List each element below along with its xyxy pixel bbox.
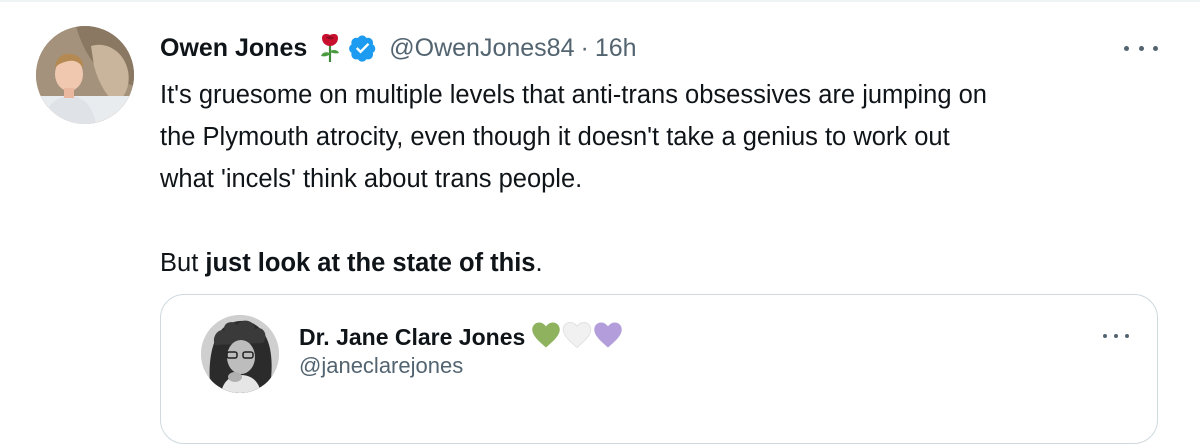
tweet-text-prefix: But (160, 249, 206, 277)
quoted-more-options-icon[interactable] (1103, 329, 1129, 343)
author-handle[interactable]: @OwenJones84 (389, 34, 574, 63)
tweet-text-line: But just look at the state of this. (160, 242, 1160, 284)
tweet-text-line: the Plymouth atrocity, even though it do… (160, 123, 950, 151)
quoted-author-name[interactable]: Dr. Jane Clare Jones (299, 324, 525, 351)
hearts-emoji-group (531, 321, 623, 354)
tweet-text-bold: just look at the state of this (205, 249, 536, 277)
quoted-author-handle[interactable]: @janeclarejones (299, 353, 463, 379)
rose-icon (319, 33, 341, 63)
green-heart-icon (531, 321, 561, 354)
tweet-timestamp[interactable]: 16h (595, 34, 637, 63)
quoted-author-avatar[interactable] (201, 315, 279, 393)
more-options-icon[interactable] (1124, 38, 1158, 58)
author-avatar[interactable] (36, 26, 134, 124)
tweet-text-line: It's gruesome on multiple levels that an… (160, 81, 987, 109)
verified-badge-icon (349, 34, 377, 62)
tweet-text-line: what 'incels' think about trans people. (160, 165, 583, 193)
tweet-body: It's gruesome on multiple levels that an… (160, 74, 1160, 284)
purple-heart-icon (593, 321, 623, 354)
tweet-text-suffix: . (535, 249, 543, 277)
quoted-tweet-header: Dr. Jane Clare Jones (299, 319, 623, 355)
tweet[interactable]: Owen Jones @OwenJones84 · 16h It's grues… (0, 0, 1200, 444)
white-heart-icon (562, 321, 592, 354)
separator-dot: · (580, 33, 589, 62)
author-name[interactable]: Owen Jones (160, 34, 307, 63)
quoted-tweet-card[interactable]: Dr. Jane Clare Jones @janeclarejones (160, 294, 1158, 444)
tweet-header: Owen Jones @OwenJones84 · 16h (160, 28, 637, 68)
